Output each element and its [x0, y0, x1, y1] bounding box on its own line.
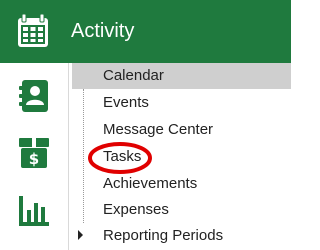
calendar-icon[interactable]	[13, 11, 53, 51]
menu-item-message-center[interactable]: Message Center	[72, 117, 291, 143]
menu-item-calendar[interactable]: Calendar	[72, 63, 291, 89]
menu-item-label: Reporting Periods	[103, 227, 224, 244]
menu-item-expenses[interactable]: Expenses	[72, 197, 291, 223]
tree-guide-line	[83, 89, 84, 223]
bar-chart-icon[interactable]	[14, 190, 54, 230]
rail-divider	[68, 63, 69, 250]
svg-text:$: $	[29, 150, 39, 168]
money-box-icon[interactable]: $	[14, 131, 54, 171]
menu-item-label: Calendar	[103, 67, 164, 84]
expand-caret-icon[interactable]	[78, 230, 83, 240]
menu-item-events[interactable]: Events	[72, 90, 291, 116]
menu-item-tasks[interactable]: Tasks	[72, 144, 291, 170]
activity-menu: Calendar Events Message Center Tasks Ach…	[72, 63, 291, 250]
menu-item-achievements[interactable]: Achievements	[72, 171, 291, 197]
menu-item-label: Expenses	[103, 201, 169, 218]
menu-item-label: Events	[103, 94, 149, 111]
contact-book-icon[interactable]	[14, 76, 54, 116]
menu-item-reporting-periods[interactable]: Reporting Periods	[72, 223, 291, 249]
header-title: Activity	[71, 20, 135, 42]
menu-item-label: Tasks	[103, 148, 142, 165]
menu-item-label: Achievements	[103, 175, 198, 192]
activity-panel: Activity $ Calendar Events Message Cente…	[0, 0, 291, 250]
activity-header: Activity	[0, 0, 291, 63]
icon-rail: $	[0, 63, 68, 250]
menu-item-label: Message Center	[103, 121, 214, 138]
